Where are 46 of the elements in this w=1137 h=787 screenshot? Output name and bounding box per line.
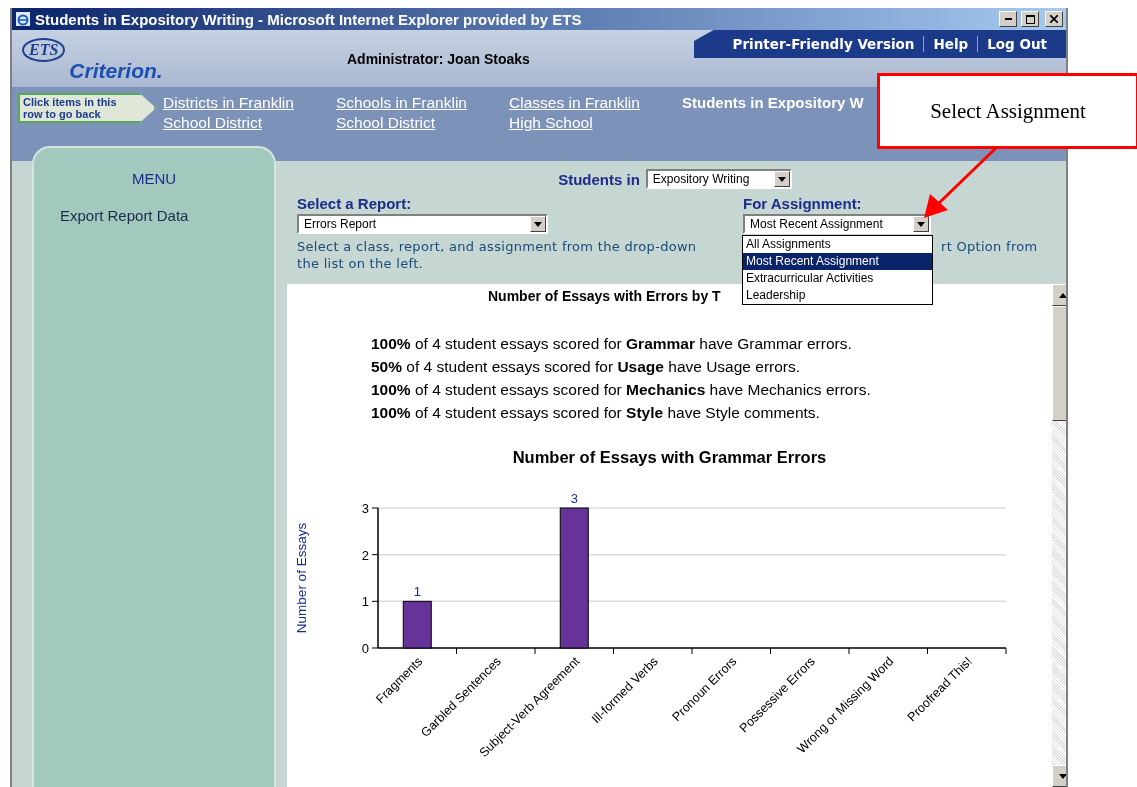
menu-item[interactable]: Export Report Data [60, 207, 189, 224]
axis-tick-label: 1 [361, 594, 369, 610]
browser-icon [15, 11, 31, 27]
help-text: rt Option from [941, 239, 1038, 254]
data-label: 1 [413, 584, 421, 600]
axis-tick-label: 3 [361, 501, 369, 516]
class-dropdown[interactable]: Expository Writing [645, 169, 792, 189]
minimize-icon [1004, 18, 1012, 20]
dropdown-option[interactable]: Most Recent Assignment [743, 253, 932, 270]
user-name: Administrator: Joan Stoaks [347, 50, 530, 67]
chart-title: Number of Essays with Grammar Errors [512, 448, 827, 467]
axis-tick-label: 2 [361, 547, 369, 563]
caret-icon [777, 176, 786, 182]
nav-link[interactable]: Log Out [977, 36, 1056, 52]
close-icon [1050, 15, 1058, 23]
breadcrumb-hint: Click items in this row to go back [18, 93, 156, 123]
report-title: Number of Essays with Errors by T [488, 288, 721, 304]
minimize-button[interactable] [999, 11, 1017, 27]
help-text: the list on the left. [297, 256, 423, 271]
caret-icon [534, 221, 542, 227]
report-label: Select a Report: [297, 195, 412, 212]
menu-title: MENU [131, 170, 177, 187]
assignment-label: For Assignment: [743, 195, 862, 212]
data-label: 3 [570, 491, 578, 506]
maximize-button[interactable] [1021, 11, 1039, 27]
report-dropdown[interactable]: Errors Report [297, 214, 548, 234]
help-text: Select a class, report, and assignment from the drop-down [297, 239, 697, 254]
summary-line: 100% of 4 student essays scored for Grammar have Grammar errors. [371, 334, 853, 354]
summary-line: 50% of 4 student essays scored for Usage have Usage errors. [371, 357, 802, 377]
down-arrow-icon [1059, 773, 1066, 779]
assignment-dropdown[interactable]: Most Recent Assignment [743, 214, 931, 234]
caret-icon [917, 221, 925, 227]
axis-tick-label: 0 [361, 641, 369, 656]
summary-line: 100% of 4 student essays scored for Style have Style comments. [371, 403, 821, 423]
logo: ETS Criterion. [12, 30, 322, 87]
close-button[interactable] [1045, 11, 1063, 27]
current-page-label: Students in Expository W [682, 93, 864, 113]
nav-link[interactable]: Help [923, 36, 978, 52]
up-arrow-icon [1059, 292, 1066, 298]
y-axis-label: Number of Essays [294, 522, 309, 634]
maximize-icon [1025, 14, 1035, 24]
callout-label: Select Assignment [877, 73, 1137, 149]
summary-line: 100% of 4 student essays scored for Mechanics have Mechanics errors. [371, 380, 871, 400]
window-title: Students in Expository Writing - Microsoft Internet Explorer provided by ETS [35, 10, 583, 28]
nav-link[interactable]: Printer-Friendly Version [723, 36, 924, 52]
class-label: Students in [558, 170, 640, 188]
